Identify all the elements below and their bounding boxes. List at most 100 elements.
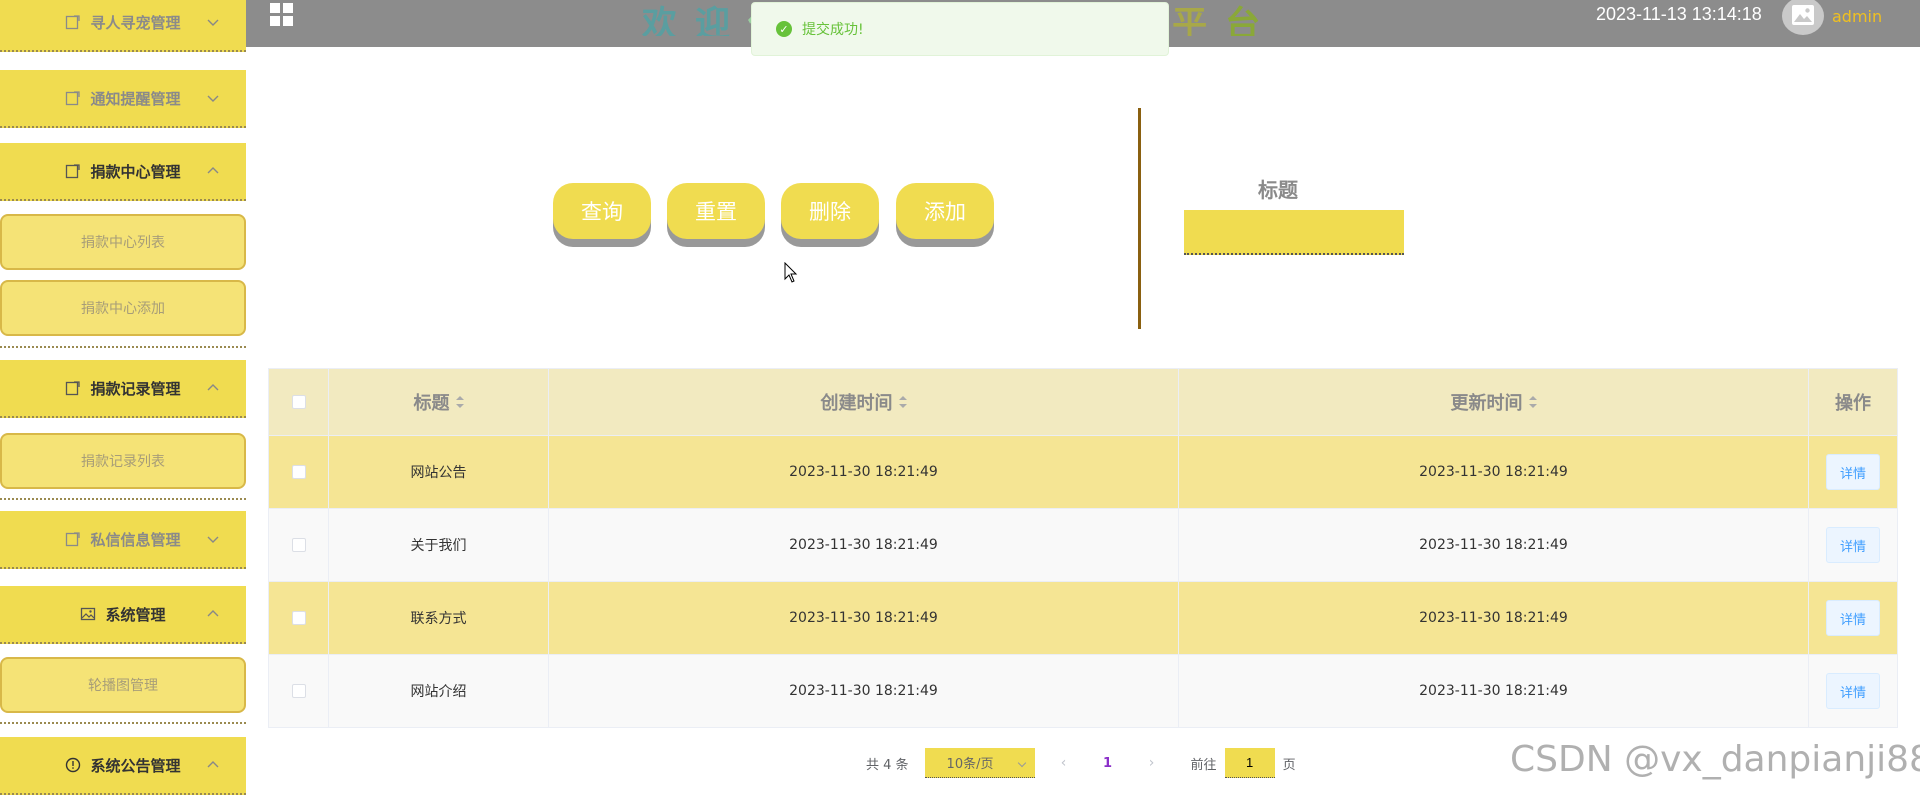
pagination-total: 共 4 条 xyxy=(866,757,909,773)
watermark: CSDN @vx_danpianji889 xyxy=(1510,739,1920,780)
sidebar-menu-donation-records[interactable]: 捐款记录管理 xyxy=(0,360,246,418)
row-checkbox-cell xyxy=(269,655,329,727)
column-header-operation: 操作 xyxy=(1809,369,1897,435)
row-checkbox[interactable] xyxy=(291,684,306,698)
page-number-button[interactable]: 1 xyxy=(1093,756,1123,771)
sidebar-item-donation-records-list[interactable]: 捐款记录列表 xyxy=(0,433,246,489)
row-checkbox-cell xyxy=(269,509,329,581)
column-header-label: 创建时间 xyxy=(820,393,893,414)
site-title-char: 台 xyxy=(1225,5,1279,36)
column-header-title[interactable]: 标题 xyxy=(329,369,549,435)
cell-title: 联系方式 xyxy=(329,582,549,654)
column-header-updated[interactable]: 更新时间 xyxy=(1179,369,1809,435)
cell-title: 网站公告 xyxy=(329,436,549,508)
cell-updated: 2023-11-30 18:21:49 xyxy=(1179,436,1809,508)
cell-operation: 详情 xyxy=(1809,509,1897,581)
sort-icon[interactable] xyxy=(898,396,907,408)
row-checkbox[interactable] xyxy=(291,538,306,552)
sidebar-item-donation-center-add[interactable]: 捐款中心添加 xyxy=(0,280,246,336)
divider xyxy=(0,346,246,348)
sidebar-menu-label: 捐款中心管理 xyxy=(90,162,181,181)
select-all-checkbox[interactable] xyxy=(291,395,306,409)
mouse-cursor-icon xyxy=(784,262,798,283)
data-table: 标题 创建时间 更新时间 操作 网站公告 2023-11-30 18:21:49… xyxy=(268,368,1898,728)
grid-icon[interactable] xyxy=(270,3,294,27)
sidebar-menu-notice[interactable]: 通知提醒管理 xyxy=(0,70,246,128)
chevron-down-icon xyxy=(207,19,219,26)
warning-icon xyxy=(66,757,81,773)
detail-button[interactable]: 详情 xyxy=(1826,527,1880,563)
chevron-down-icon xyxy=(207,536,219,543)
table-row: 关于我们 2023-11-30 18:21:49 2023-11-30 18:2… xyxy=(269,508,1897,581)
picture-icon xyxy=(81,607,96,621)
cell-updated: 2023-11-30 18:21:49 xyxy=(1179,655,1809,727)
cell-created: 2023-11-30 18:21:49 xyxy=(549,655,1179,727)
row-checkbox-cell xyxy=(269,436,329,508)
sort-icon[interactable] xyxy=(1528,396,1537,408)
title-filter-label: 标题 xyxy=(1258,178,1298,202)
sidebar-menu-system[interactable]: 系统管理 xyxy=(0,586,246,644)
sidebar-menu-label: 系统管理 xyxy=(105,605,166,624)
sidebar-menu-label: 系统公告管理 xyxy=(90,756,181,775)
cell-created: 2023-11-30 18:21:49 xyxy=(549,582,1179,654)
divider xyxy=(0,498,246,500)
edit-icon xyxy=(66,532,81,547)
table-row: 网站介绍 2023-11-30 18:21:49 2023-11-30 18:2… xyxy=(269,654,1897,727)
table-row: 联系方式 2023-11-30 18:21:49 2023-11-30 18:2… xyxy=(269,581,1897,654)
check-circle-icon: ✓ xyxy=(776,21,792,37)
row-checkbox-cell xyxy=(269,582,329,654)
cell-title: 关于我们 xyxy=(329,509,549,581)
image-icon xyxy=(1792,5,1814,25)
chevron-down-icon xyxy=(1017,758,1026,768)
reset-button[interactable]: 重置 xyxy=(667,183,765,239)
sidebar-menu-donation-center[interactable]: 捐款中心管理 xyxy=(0,143,246,201)
detail-button[interactable]: 详情 xyxy=(1826,673,1880,709)
cell-updated: 2023-11-30 18:21:49 xyxy=(1179,509,1809,581)
current-datetime: 2023-11-13 13:14:18 xyxy=(1596,4,1762,24)
add-button[interactable]: 添加 xyxy=(896,183,994,239)
page-size-value: 10条/页 xyxy=(946,757,994,772)
site-title-char: 欢 xyxy=(642,5,696,36)
sidebar-menu-lost-pet[interactable]: 寻人寻宠管理 xyxy=(0,0,246,52)
row-checkbox[interactable] xyxy=(291,465,306,479)
sidebar-menu-label: 私信信息管理 xyxy=(90,530,181,549)
cell-updated: 2023-11-30 18:21:49 xyxy=(1179,582,1809,654)
chevron-up-icon xyxy=(207,167,219,174)
chevron-up-icon xyxy=(207,761,219,768)
goto-label: 前往 xyxy=(1190,757,1217,773)
title-filter-input[interactable] xyxy=(1184,210,1404,255)
sidebar-item-carousel[interactable]: 轮播图管理 xyxy=(0,657,246,713)
success-toast: ✓ 提交成功! xyxy=(751,2,1169,56)
goto-suffix: 页 xyxy=(1282,757,1296,773)
avatar[interactable] xyxy=(1782,0,1824,35)
site-title-char: 平 xyxy=(1172,5,1226,36)
cell-operation: 详情 xyxy=(1809,655,1897,727)
username-link[interactable]: admin xyxy=(1832,7,1882,26)
row-checkbox[interactable] xyxy=(291,611,306,625)
column-header-created[interactable]: 创建时间 xyxy=(549,369,1179,435)
page-size-select[interactable]: 10条/页 xyxy=(924,748,1035,778)
detail-button[interactable]: 详情 xyxy=(1826,454,1880,490)
column-header-label: 操作 xyxy=(1835,393,1871,414)
cell-title: 网站介绍 xyxy=(329,655,549,727)
pagination: 共 4 条 10条/页 ‹ 1 › 前往 页 xyxy=(866,748,1296,778)
edit-icon xyxy=(66,381,81,396)
edit-icon xyxy=(66,91,81,106)
cell-created: 2023-11-30 18:21:49 xyxy=(549,436,1179,508)
sidebar-menu-announcement[interactable]: 系统公告管理 xyxy=(0,737,246,795)
sidebar-item-donation-center-list[interactable]: 捐款中心列表 xyxy=(0,214,246,270)
column-header-label: 更新时间 xyxy=(1450,393,1523,414)
next-page-button[interactable]: › xyxy=(1137,755,1167,771)
cell-operation: 详情 xyxy=(1809,436,1897,508)
cell-created: 2023-11-30 18:21:49 xyxy=(549,509,1179,581)
detail-button[interactable]: 详情 xyxy=(1826,600,1880,636)
sort-icon[interactable] xyxy=(455,396,464,408)
sidebar: 寻人寻宠管理 通知提醒管理 捐款中心管理 捐款中心列表 捐款中心添加 捐款记录管… xyxy=(0,0,246,795)
goto-page-input[interactable] xyxy=(1224,748,1275,778)
sidebar-menu-private-message[interactable]: 私信信息管理 xyxy=(0,511,246,569)
query-button[interactable]: 查询 xyxy=(553,183,651,239)
prev-page-button[interactable]: ‹ xyxy=(1049,755,1079,771)
delete-button[interactable]: 删除 xyxy=(781,183,879,239)
chevron-up-icon xyxy=(207,384,219,391)
divider xyxy=(0,722,246,724)
